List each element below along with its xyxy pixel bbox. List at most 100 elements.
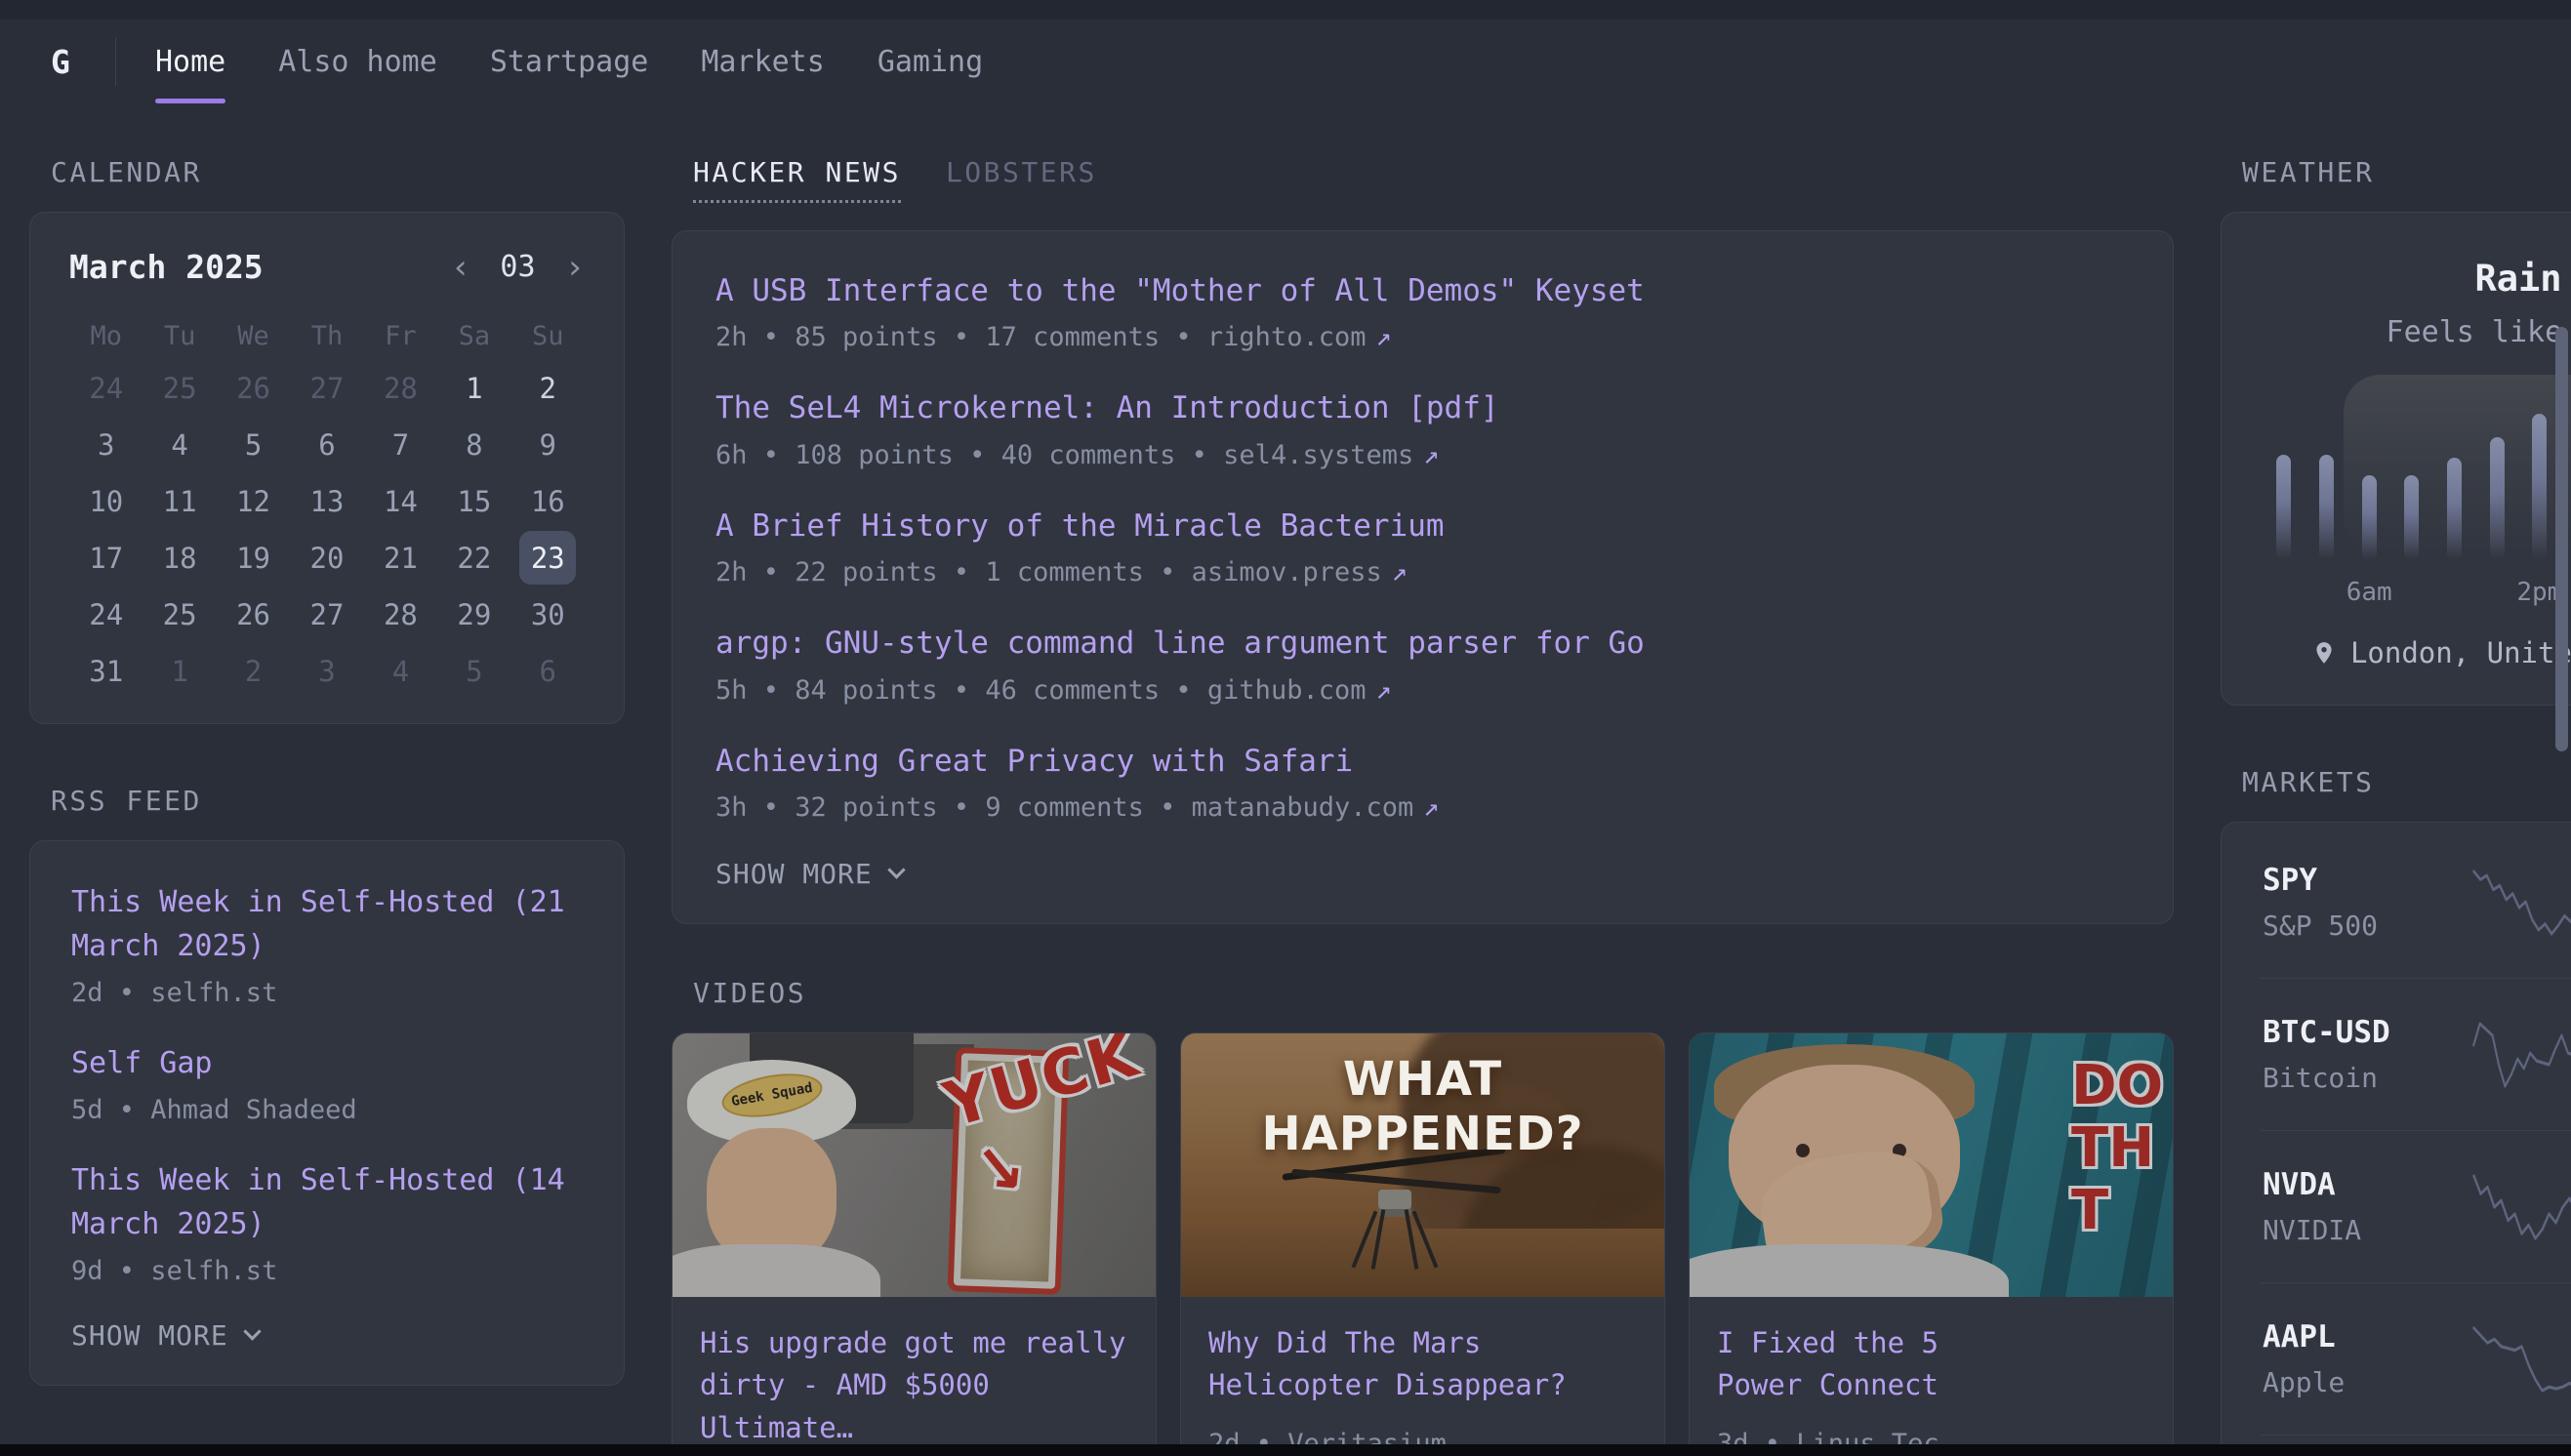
external-link-icon[interactable]: ↗ xyxy=(1423,440,1439,470)
calendar-day: 7 xyxy=(364,418,437,471)
calendar-nav: ‹ 03 › xyxy=(451,250,585,284)
thumbnail-hand-shape xyxy=(1755,1143,1947,1277)
calendar-day: 12 xyxy=(217,474,290,528)
market-name: S&P 500 xyxy=(2263,910,2463,942)
video-card[interactable]: Geek Squad YUCK ↘ His upgrade got me rea… xyxy=(672,1032,1157,1444)
market-row[interactable]: AAPL Apple +1.95% $218.27 xyxy=(2261,1282,2571,1435)
calendar-day: 2 xyxy=(217,644,290,698)
calendar-day: 4 xyxy=(143,418,216,471)
rss-item-link[interactable]: This Week in Self-Hosted (14 March 2025) xyxy=(71,1158,583,1246)
calendar-day: 4 xyxy=(364,644,437,698)
calendar-day: 18 xyxy=(143,531,216,585)
nav-tab[interactable]: Home xyxy=(155,20,225,103)
news-item-link[interactable]: Achieving Great Privacy with Safari xyxy=(715,741,2130,783)
calendar-day: 28 xyxy=(364,361,437,415)
chevron-down-icon xyxy=(887,861,905,878)
external-link-icon[interactable]: ↗ xyxy=(1423,792,1439,823)
calendar-day: 28 xyxy=(364,587,437,641)
thumbnail-face-shape xyxy=(1729,1065,1961,1244)
feed-tab[interactable]: HACKER NEWS xyxy=(693,156,901,203)
calendar-day: 15 xyxy=(437,474,510,528)
rss-heading: RSS FEED xyxy=(29,785,625,817)
news-item-meta: 5h • 84 points • 46 comments • github.co… xyxy=(715,675,2130,706)
external-link-icon[interactable]: ↗ xyxy=(1375,675,1391,706)
scrollbar[interactable] xyxy=(2555,327,2568,751)
thumbnail-overlay-text: DO TH T xyxy=(2071,1055,2163,1243)
calendar-day: 31 xyxy=(69,644,143,698)
market-row[interactable]: SPY S&P 500 -0.27% $563.98 xyxy=(2261,827,2571,978)
calendar-weekday: Fr xyxy=(364,321,437,351)
app-logo[interactable]: G xyxy=(51,20,115,103)
weather-bar-column xyxy=(2433,383,2476,615)
nav-tab[interactable]: Startpage xyxy=(490,20,649,103)
chevron-down-icon xyxy=(243,1322,261,1340)
news-item-link[interactable]: argp: GNU-style command line argument pa… xyxy=(715,623,2130,665)
calendar-prev-icon[interactable]: ‹ xyxy=(451,251,470,284)
rss-widget: This Week in Self-Hosted (21 March 2025)… xyxy=(29,840,625,1386)
market-sparkline xyxy=(2470,1171,2571,1243)
video-card[interactable]: DO TH T I Fixed the 5 Power Connect 3d •… xyxy=(1689,1032,2174,1444)
nav-tab-label: Startpage xyxy=(490,45,649,79)
news-item-meta: 6h • 108 points • 40 comments • sel4.sys… xyxy=(715,440,2130,470)
markets-heading: MARKETS xyxy=(2221,766,2571,798)
calendar-day: 23 xyxy=(519,531,576,585)
dashboard-grid: CALENDAR March 2025 ‹ 03 › MoTuWeThFrSaS… xyxy=(0,103,2571,1444)
calendar-day: 25 xyxy=(143,361,216,415)
rss-item-link[interactable]: This Week in Self-Hosted (21 March 2025) xyxy=(71,880,583,968)
calendar-heading: CALENDAR xyxy=(29,156,625,188)
nav-tab[interactable]: Gaming xyxy=(877,20,983,103)
calendar-next-icon[interactable]: › xyxy=(565,251,585,284)
feed-tab[interactable]: LOBSTERS xyxy=(946,156,1097,203)
weather-bar-column xyxy=(2475,383,2518,615)
rss-list: This Week in Self-Hosted (21 March 2025)… xyxy=(71,880,583,1286)
video-meta: 3d • Linus Tec xyxy=(1690,1407,2173,1444)
video-thumbnail[interactable]: WHAT HAPPENED? xyxy=(1181,1033,1664,1297)
calendar-day: 5 xyxy=(437,644,510,698)
video-thumbnail[interactable]: DO TH T xyxy=(1690,1033,2173,1297)
market-row[interactable]: NVDA NVIDIA -0.70% $117.70 xyxy=(2261,1130,2571,1282)
weather-bar xyxy=(2319,455,2334,560)
video-title-link[interactable]: I Fixed the 5 Power Connect xyxy=(1690,1297,2173,1407)
rss-show-more-label: SHOW MORE xyxy=(71,1319,228,1352)
top-navigation: G Home Also home Startpage Markets Gaming xyxy=(0,20,2571,103)
news-show-more-button[interactable]: SHOW MORE xyxy=(715,858,2130,890)
calendar-day: 20 xyxy=(290,531,363,585)
weather-location: London, United Kingdom xyxy=(2257,636,2571,669)
market-row[interactable]: MSFT Microsoft +1.14% $391.26 xyxy=(2261,1435,2571,1444)
calendar-widget: March 2025 ‹ 03 › MoTuWeThFrSaSu 2425262… xyxy=(29,212,625,724)
weather-hourly-chart: 6am 2pm 12° 10pm xyxy=(2257,383,2571,615)
market-sparkline xyxy=(2470,1019,2571,1091)
external-link-icon[interactable]: ↗ xyxy=(1392,557,1408,587)
nav-tab[interactable]: Also home xyxy=(278,20,437,103)
window-top-edge xyxy=(0,0,2571,20)
news-item-meta-text: 2h • 85 points • 17 comments • righto.co… xyxy=(715,322,1366,352)
video-title-link[interactable]: His upgrade got me really dirty - AMD $5… xyxy=(673,1297,1156,1444)
rss-item: This Week in Self-Hosted (14 March 2025)… xyxy=(71,1158,583,1286)
nav-tab[interactable]: Markets xyxy=(701,20,824,103)
thumbnail-eye-shape xyxy=(1796,1144,1810,1157)
rss-item-meta: 9d • selfh.st xyxy=(71,1256,583,1286)
market-row[interactable]: BTC-USD Bitcoin +1.39% $84,999.29 xyxy=(2261,978,2571,1130)
weather-bar-column xyxy=(2390,383,2433,615)
rss-item-link[interactable]: Self Gap xyxy=(71,1041,583,1085)
video-title-link[interactable]: Why Did The Mars Helicopter Disappear? xyxy=(1181,1297,1664,1407)
calendar-day: 9 xyxy=(511,418,585,471)
market-symbol-block: NVDA NVIDIA xyxy=(2263,1167,2463,1246)
rss-show-more-button[interactable]: SHOW MORE xyxy=(71,1319,583,1352)
news-item-link[interactable]: A Brief History of the Miracle Bacterium xyxy=(715,506,2130,547)
news-item-link[interactable]: The SeL4 Microkernel: An Introduction [p… xyxy=(715,387,2130,429)
arrow-down-right-icon: ↘ xyxy=(969,1131,1029,1208)
market-symbol-block: SPY S&P 500 xyxy=(2263,863,2463,942)
calendar-day: 27 xyxy=(290,361,363,415)
video-meta: 2d • Veritasium xyxy=(1181,1407,1664,1444)
external-link-icon[interactable]: ↗ xyxy=(1375,322,1391,352)
thumbnail-dirty-filter-shape xyxy=(954,1053,1063,1288)
news-item-link[interactable]: A USB Interface to the "Mother of All De… xyxy=(715,270,2130,312)
rss-item-meta: 2d • selfh.st xyxy=(71,978,583,1008)
weather-bar xyxy=(2276,455,2291,560)
video-card[interactable]: WHAT HAPPENED? Why Did The Mars Helicopt… xyxy=(1180,1032,1665,1444)
video-thumbnail[interactable]: Geek Squad YUCK ↘ xyxy=(673,1033,1156,1297)
calendar-day: 29 xyxy=(437,587,510,641)
news-item: argp: GNU-style command line argument pa… xyxy=(715,623,2130,705)
calendar-weekday-row: MoTuWeThFrSaSu xyxy=(69,321,585,351)
